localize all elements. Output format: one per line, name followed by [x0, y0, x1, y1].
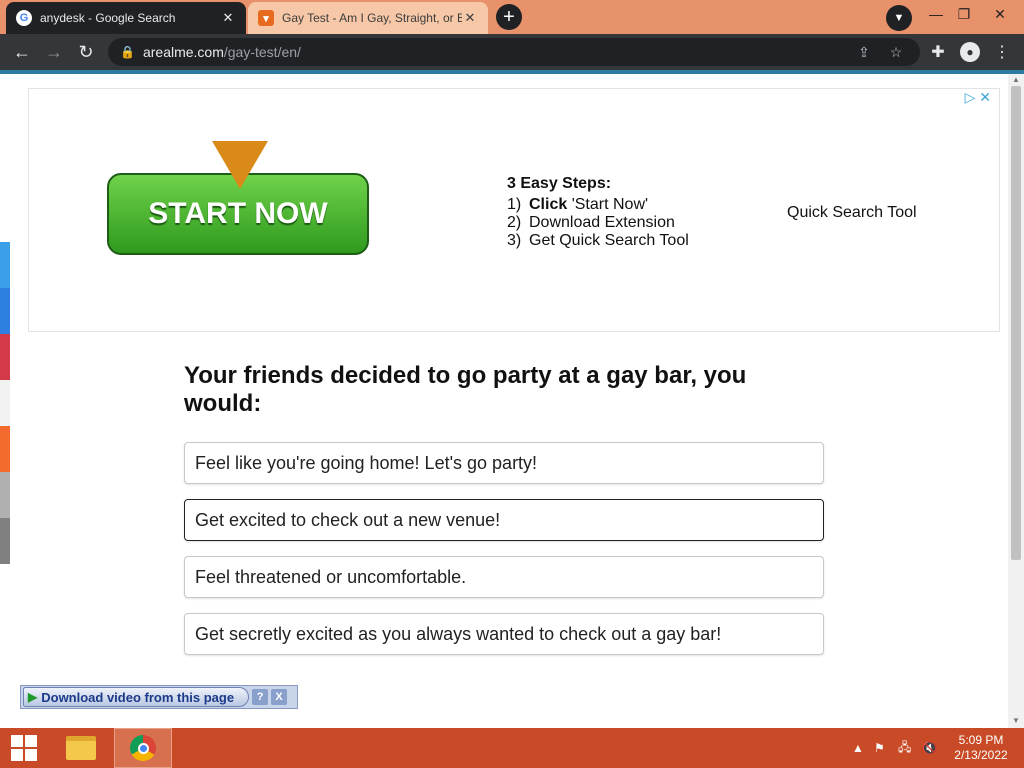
advertisement-banner[interactable]: ▷ ✕ START NOW 3 Easy Steps: 1) Click 'Sta… [28, 88, 1000, 332]
download-video-bar: ▶ Download video from this page ? X [20, 685, 298, 709]
tab-strip: G anydesk - Google Search ✕ ▾ Gay Test -… [0, 0, 1024, 34]
taskbar-clock[interactable]: 5:09 PM 2/13/2022 [944, 733, 1018, 763]
share-twitter-button[interactable] [0, 242, 10, 288]
share-pinterest-button[interactable] [0, 334, 10, 380]
arrow-right-icon: → [45, 41, 63, 62]
tab-close-icon[interactable]: ✕ [462, 10, 478, 26]
answer-option[interactable]: Feel like you're going home! Let's go pa… [184, 442, 824, 484]
close-download-bar-button[interactable]: X [271, 689, 288, 705]
reload-button[interactable]: ↻ [72, 38, 100, 66]
web-page: ▷ ✕ START NOW 3 Easy Steps: 1) Click 'Sta… [0, 74, 1008, 728]
download-video-button[interactable]: ▶ Download video from this page [23, 687, 250, 707]
arrow-down-icon [212, 141, 268, 189]
new-tab-button[interactable]: + [496, 4, 522, 30]
tab-title: Gay Test - Am I Gay, Straight, or B [282, 11, 462, 25]
share-icon[interactable]: ⇪ [854, 42, 874, 62]
help-button[interactable]: ? [252, 689, 269, 705]
start-button[interactable] [0, 728, 48, 768]
answer-option[interactable]: Get secretly excited as you always wante… [184, 613, 824, 655]
menu-button[interactable]: ⋮ [988, 38, 1016, 66]
restore-button[interactable]: ❐ [948, 0, 980, 28]
google-g-icon: G [16, 10, 32, 26]
tab-gay-test[interactable]: ▾ Gay Test - Am I Gay, Straight, or B ✕ [248, 2, 488, 34]
ad-steps: 3 Easy Steps: 1) Click 'Start Now' 2) Down… [507, 175, 689, 250]
more-vert-icon: ⋮ [994, 44, 1010, 61]
forward-button[interactable]: → [40, 38, 68, 66]
reload-icon: ↻ [78, 41, 94, 62]
url-host: arealme.com [142, 44, 224, 60]
volume-muted-icon[interactable]: 🔇 [922, 728, 937, 768]
share-facebook-button[interactable] [0, 288, 10, 334]
star-icon[interactable]: ☆ [886, 42, 906, 62]
share-email-button[interactable] [0, 380, 10, 426]
tray-overflow-icon[interactable]: ▲ [852, 728, 864, 768]
close-window-button[interactable]: ✕ [984, 0, 1016, 28]
share-more-button[interactable] [0, 472, 10, 518]
tab-close-icon[interactable]: ✕ [220, 10, 236, 26]
tab-search-button[interactable]: ▼ [886, 5, 912, 31]
windows-taskbar: ▲ ⚑ 🖧 🔇 5:09 PM 2/13/2022 [0, 728, 1024, 768]
scroll-up-icon[interactable]: ▲ [1011, 75, 1021, 85]
file-explorer-button[interactable] [58, 728, 104, 768]
close-icon: ✕ [994, 5, 1006, 22]
action-center-flag-icon[interactable]: ⚑ [874, 728, 885, 768]
quiz-question: Your friends decided to go party at a ga… [184, 362, 747, 417]
download-video-label: Download video from this page [41, 689, 235, 705]
puzzle-icon: ✚ [931, 44, 945, 61]
scroll-down-icon[interactable]: ▼ [1011, 716, 1021, 726]
steps-title: 3 Easy Steps: [507, 175, 612, 192]
avatar-icon: ● [960, 42, 980, 62]
step-item: 3) Get Quick Search Tool [507, 232, 689, 249]
share-toggle-button[interactable] [0, 518, 10, 564]
step-item: 1) Click 'Start Now' [507, 196, 649, 213]
windows-logo-icon [11, 735, 37, 761]
scroll-thumb[interactable] [1011, 86, 1021, 560]
browser-toolbar: ← → ↻ 🔒 arealme.com/gay-test/en/ ⇪ ☆ ✚ ●… [0, 34, 1024, 70]
answer-option[interactable]: Get excited to check out a new venue! [184, 499, 824, 541]
step-item: 2) Download Extension [507, 214, 675, 231]
lock-icon: 🔒 [120, 45, 135, 59]
page-scrollbar[interactable]: ▲ ▼ [1008, 74, 1024, 728]
back-button[interactable]: ← [8, 38, 36, 66]
clock-date: 2/13/2022 [954, 748, 1008, 762]
chrome-icon [130, 735, 156, 761]
chrome-taskbar-button[interactable] [114, 728, 172, 768]
answer-option[interactable]: Feel threatened or uncomfortable. [184, 556, 824, 598]
ad-side-text[interactable]: Quick Search Tool [787, 204, 917, 222]
address-bar[interactable]: 🔒 arealme.com/gay-test/en/ ⇪ ☆ [108, 38, 920, 66]
arrow-left-icon: ← [13, 41, 31, 62]
ad-choices-icon[interactable]: ▷ ✕ [965, 89, 991, 106]
chevron-down-icon: ▼ [893, 12, 905, 24]
share-reddit-button[interactable] [0, 426, 10, 472]
extensions-button[interactable]: ✚ [924, 38, 952, 66]
profile-button[interactable]: ● [956, 38, 984, 66]
play-icon: ▶ [28, 690, 38, 704]
fox-icon: ▾ [258, 10, 274, 26]
minimize-icon: — [929, 6, 943, 22]
restore-icon: ❐ [957, 5, 971, 22]
clock-time: 5:09 PM [958, 733, 1004, 747]
folder-icon [66, 736, 96, 760]
network-icon[interactable]: 🖧 [898, 728, 911, 768]
url-path: /gay-test/en/ [223, 44, 301, 60]
tab-google-search[interactable]: G anydesk - Google Search ✕ [6, 2, 246, 34]
tab-title: anydesk - Google Search [40, 11, 176, 25]
